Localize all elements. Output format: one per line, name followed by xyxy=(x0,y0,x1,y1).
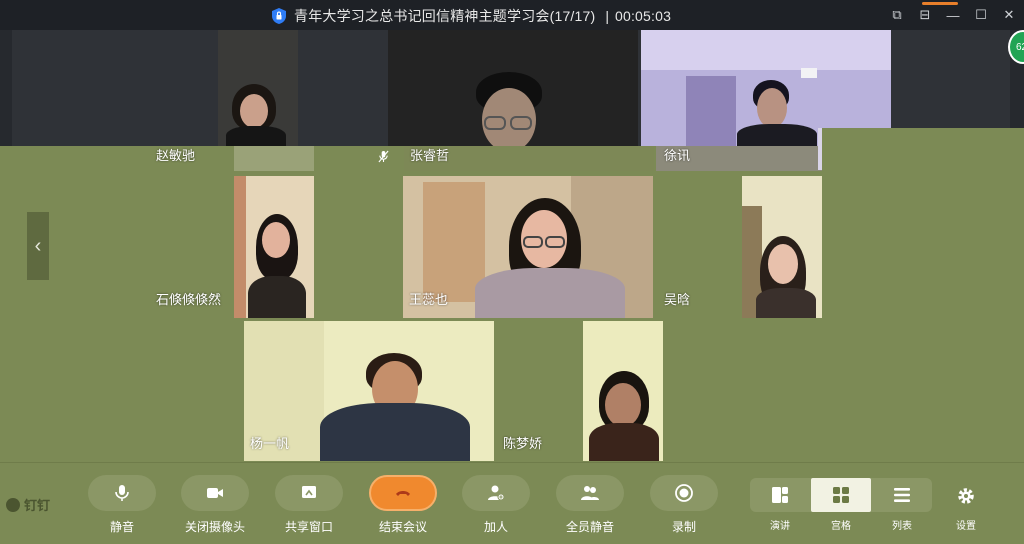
add-person-button[interactable] xyxy=(462,475,530,511)
add-person-label: 加人 xyxy=(483,520,508,534)
participant-name-7: 杨一帆 xyxy=(250,436,290,451)
meeting-timer: 00:05:03 xyxy=(615,8,672,24)
participant-name-2: 张睿哲 xyxy=(410,148,450,163)
microphone-icon xyxy=(115,485,129,501)
mute-all-icon xyxy=(581,486,599,500)
dingtalk-logo-icon xyxy=(6,497,20,512)
camera-off-label: 关闭摄像头 xyxy=(184,520,245,534)
meeting-title: 青年大学习之总书记回信精神主题学习会(17/17) xyxy=(294,8,596,24)
share-window-button[interactable] xyxy=(275,475,343,511)
mute-button[interactable] xyxy=(88,475,156,511)
participant-name-5: 王蕊也 xyxy=(409,292,449,307)
add-person-icon xyxy=(488,485,505,501)
title-separator: | xyxy=(605,8,609,24)
mute-all-button[interactable] xyxy=(556,475,624,511)
window-controls: ⧉ ⊟ — ☐ ✕ xyxy=(890,0,1016,30)
video-tile-1[interactable] xyxy=(218,30,298,146)
mini-window-icon[interactable]: ⊟ xyxy=(918,7,932,23)
gear-icon[interactable] xyxy=(956,486,976,506)
participant-name-1: 赵敏驰 xyxy=(156,148,196,163)
participant-name-3: 徐讯 xyxy=(664,148,691,163)
brand-name: 钉钉 xyxy=(24,498,51,513)
participant-name-4: 石倏倏倏然 xyxy=(156,292,222,307)
dingtalk-logo: 钉钉 xyxy=(6,495,50,514)
secure-shield-icon xyxy=(272,8,286,24)
grid-layout-icon xyxy=(833,487,849,503)
olive-panel-right xyxy=(822,128,1024,302)
list-layout-icon xyxy=(894,488,910,502)
speaker-layout-button[interactable] xyxy=(750,478,810,512)
grid-layout-label: 宫格 xyxy=(831,521,851,532)
window-titlebar: 青年大学习之总书记回信精神主题学习会(17/17) | 00:05:03 ⧉ ⊟… xyxy=(0,0,1024,30)
record-icon xyxy=(675,484,693,502)
camera-off-button[interactable] xyxy=(181,475,249,511)
video-tile-2[interactable] xyxy=(388,30,638,146)
list-layout-button[interactable] xyxy=(872,478,932,512)
mute-label: 静音 xyxy=(109,520,134,534)
video-camera-icon xyxy=(207,488,223,498)
share-screen-icon xyxy=(302,486,316,498)
chevron-left-icon: ‹ xyxy=(34,234,42,257)
share-window-label: 共享窗口 xyxy=(284,520,333,534)
settings-label: 设置 xyxy=(956,521,976,532)
end-meeting-label: 结束会议 xyxy=(378,520,427,534)
end-meeting-button[interactable] xyxy=(369,475,437,511)
video-tile-1-lower xyxy=(234,146,314,171)
maximize-icon[interactable]: ☐ xyxy=(974,7,988,23)
mute-all-label: 全员静音 xyxy=(565,520,614,534)
picture-in-picture-icon[interactable]: ⧉ xyxy=(890,7,904,23)
speaker-layout-label: 演讲 xyxy=(770,521,790,532)
previous-page-arrow[interactable]: ‹ xyxy=(27,212,49,280)
record-button[interactable] xyxy=(650,475,718,511)
mic-muted-icon xyxy=(378,150,389,163)
hang-up-phone-icon xyxy=(396,491,410,496)
list-layout-label: 列表 xyxy=(892,521,912,532)
minimize-icon[interactable]: — xyxy=(946,8,960,23)
record-label: 录制 xyxy=(671,520,696,534)
participant-name-8: 陈梦娇 xyxy=(503,436,543,451)
grid-layout-button[interactable] xyxy=(811,478,871,512)
meeting-title-group: 青年大学习之总书记回信精神主题学习会(17/17) | 00:05:03 xyxy=(270,6,671,26)
participant-name-6: 吴晗 xyxy=(664,292,691,307)
speaker-layout-icon xyxy=(772,487,788,503)
close-icon[interactable]: ✕ xyxy=(1002,7,1016,23)
